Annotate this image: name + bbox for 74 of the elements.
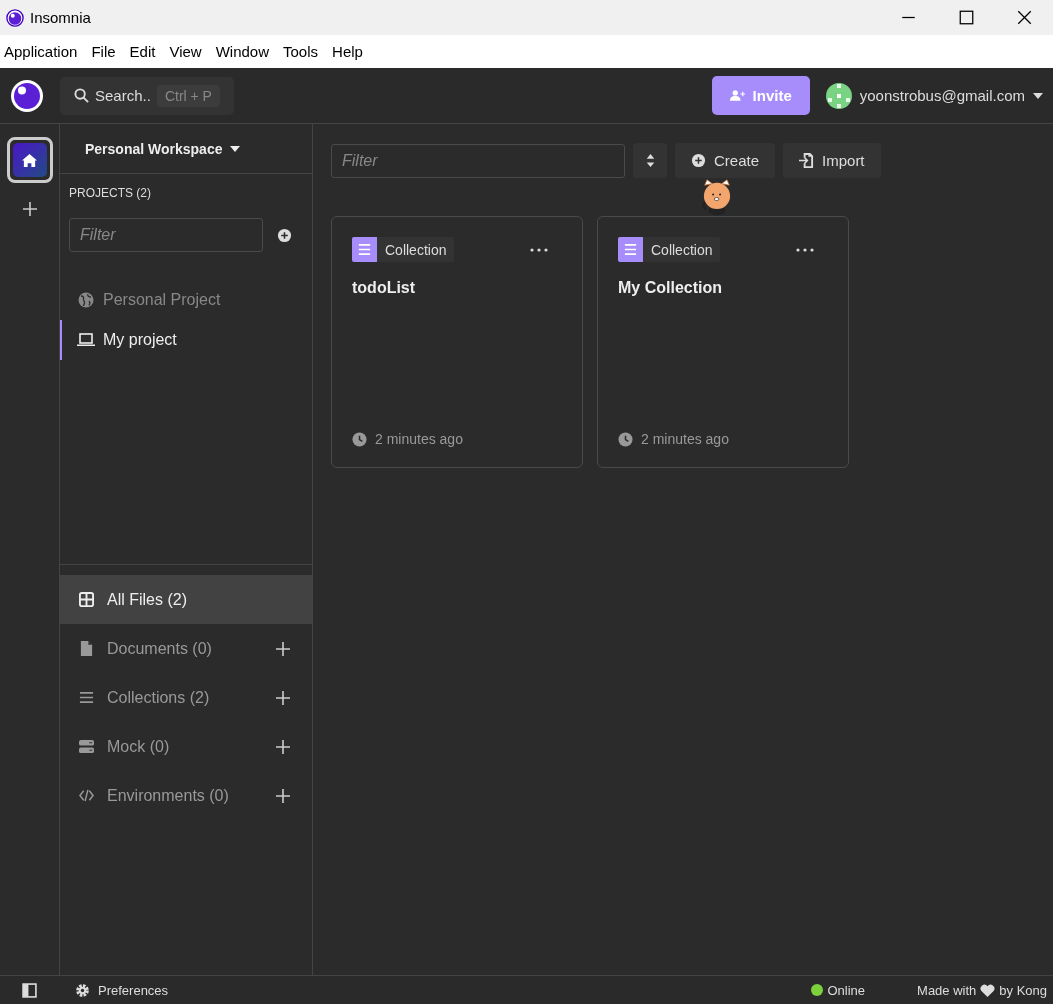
section-heading: PROJECTS (2) — [68, 185, 152, 200]
timestamp: 2 minutes ago — [641, 431, 729, 447]
status-dot — [811, 984, 824, 996]
globe-icon — [77, 292, 95, 308]
card-title: My Collection — [618, 279, 723, 298]
app-logo-icon[interactable] — [10, 78, 44, 113]
list-icon — [79, 690, 94, 705]
caret-icon[interactable] — [230, 145, 241, 152]
project-item[interactable]: Personal Project — [60, 280, 312, 320]
search-icon — [74, 88, 89, 103]
laptop-icon — [77, 332, 95, 348]
plus-icon[interactable] — [276, 739, 290, 754]
preferences-button[interactable]: Preferences — [59, 981, 175, 999]
maximize-icon[interactable] — [958, 10, 974, 25]
plus-icon[interactable] — [276, 690, 290, 705]
filter-field[interactable]: Filter — [69, 218, 263, 252]
menu-item[interactable]: Help — [332, 43, 377, 60]
timestamp: 2 minutes ago — [375, 431, 463, 447]
import-file-icon — [799, 153, 815, 168]
server-icon — [79, 739, 94, 754]
menu-item[interactable]: View — [169, 43, 216, 60]
add-user-icon — [729, 88, 745, 103]
list-icon — [357, 242, 372, 257]
collection-card[interactable]: Collection My Collection 2 minutes ago — [597, 216, 849, 468]
plus-icon[interactable] — [276, 788, 290, 803]
workspace-name[interactable]: Personal Workspace — [85, 140, 223, 157]
nav-item[interactable]: All Files (2) — [60, 575, 312, 624]
menu-item[interactable]: Tools — [283, 43, 333, 60]
home-button[interactable] — [6, 137, 53, 183]
project-item[interactable]: My project — [60, 320, 312, 360]
clock-icon — [618, 431, 633, 447]
footer-text: by Kong — [999, 982, 1047, 998]
search-label: Search.. — [95, 87, 151, 104]
code-icon — [79, 788, 94, 803]
card-title: todoList — [352, 279, 417, 298]
footer-text: Made with — [917, 982, 977, 998]
shortcut-hint: Ctrl + P — [156, 84, 220, 107]
type-badge: Collection — [618, 237, 721, 262]
close-icon[interactable] — [1016, 10, 1032, 25]
app-logo-icon — [6, 8, 24, 27]
caret-icon[interactable] — [1033, 92, 1043, 99]
more-icon[interactable] — [796, 246, 814, 253]
status-text: Online — [827, 982, 866, 998]
nav-item[interactable]: Mock (0) — [60, 722, 312, 771]
clock-icon — [352, 431, 367, 447]
add-circle-icon — [691, 153, 706, 168]
plus-icon[interactable] — [276, 641, 290, 656]
import-button[interactable]: Import — [783, 143, 881, 178]
create-button[interactable]: Create — [675, 143, 776, 178]
type-badge: Collection — [352, 237, 455, 262]
heart-icon — [980, 982, 996, 998]
filter-field[interactable]: Filter — [331, 143, 625, 178]
sidebar-toggle-icon[interactable] — [22, 982, 37, 998]
account-email[interactable]: yoonstrobus@gmail.com — [859, 87, 1025, 104]
document-icon — [79, 641, 94, 656]
sort-button[interactable] — [633, 143, 667, 178]
menu-item[interactable]: Application — [4, 43, 92, 60]
more-icon[interactable] — [530, 246, 548, 253]
menu-item[interactable]: Window — [215, 43, 284, 60]
settings-icon — [75, 982, 90, 998]
list-icon — [623, 242, 638, 257]
window-title: Insomnia — [30, 9, 92, 26]
nav-item[interactable]: Collections (2) — [60, 673, 312, 722]
menu-item[interactable]: File — [91, 43, 130, 60]
home-icon — [22, 152, 37, 168]
menu-item[interactable]: Edit — [129, 43, 170, 60]
plus-icon[interactable] — [21, 201, 38, 217]
grid-icon — [79, 592, 94, 607]
nav-item[interactable]: Documents (0) — [60, 624, 312, 673]
nav-item[interactable]: Environments (0) — [60, 771, 312, 820]
collection-card[interactable]: Collection todoList 2 minutes ago — [331, 216, 583, 468]
avatar-icon — [825, 82, 852, 109]
add-circle-icon[interactable] — [277, 227, 292, 243]
search-button[interactable]: Search.. Ctrl + P — [60, 76, 234, 115]
